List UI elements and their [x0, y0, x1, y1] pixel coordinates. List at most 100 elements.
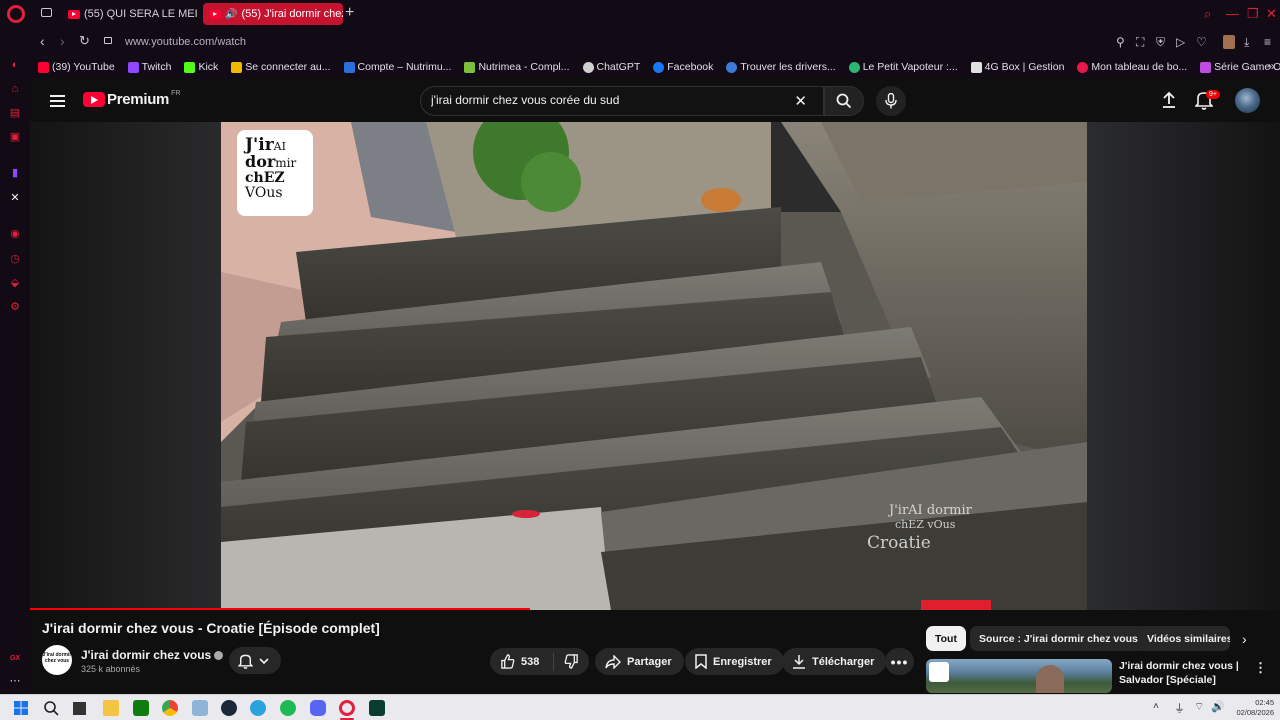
spotify-icon[interactable] [280, 700, 296, 716]
video-progress-bar[interactable] [30, 608, 530, 610]
microphone-tray-icon[interactable]: ⏚ [1174, 700, 1185, 716]
kick-favicon-icon [184, 61, 196, 73]
settings-icon[interactable]: ⚙ [8, 300, 22, 314]
speaker-icon[interactable]: 🔊 [225, 9, 237, 20]
youtube-premium-logo[interactable]: Premium FR [83, 90, 180, 108]
bookmark-kick[interactable]: Kick [184, 61, 218, 73]
heart-icon[interactable]: ♡ [1196, 35, 1207, 49]
opera-gx-logo-icon[interactable] [7, 5, 25, 23]
windows-start-icon[interactable] [13, 700, 29, 716]
sidebar-more-icon[interactable]: ⋯ [8, 674, 22, 688]
like-count[interactable]: 538 [521, 656, 539, 668]
taskbar-search-icon[interactable] [43, 700, 59, 716]
share-button[interactable]: Partager [595, 648, 684, 675]
subscription-notifications-button[interactable] [229, 647, 281, 674]
forward-icon[interactable]: › [60, 33, 65, 49]
channel-name[interactable]: J'irai dormir chez vous [81, 648, 211, 662]
channel-name-row[interactable]: J'irai dormir chez vous [81, 648, 224, 662]
steam-icon[interactable] [221, 700, 237, 716]
bookmark-youtube[interactable]: (39) YouTube [38, 61, 115, 73]
search-button[interactable] [824, 86, 864, 116]
reload-icon[interactable]: ↻ [79, 33, 90, 49]
chrome-icon[interactable] [162, 700, 178, 716]
gx-control-icon[interactable]: ◐ [8, 58, 22, 72]
lock-icon[interactable] [104, 37, 112, 44]
tab-qui-sera-le-meilleur[interactable]: (55) QUI SERA LE MEILLEU [62, 3, 198, 25]
chip-all[interactable]: Tout [926, 626, 966, 651]
bookmark-nutrimea[interactable]: Nutrimea - Compl... [464, 61, 570, 73]
video-player[interactable]: J'irAI dormir chEZ VOus J'irAI dormir ch… [30, 122, 1280, 610]
pin-icon[interactable]: ⚲ [1116, 35, 1125, 49]
tab-jirai-dormir-chez-vous[interactable]: 🔊 (55) J'irai dormir chez ✕ [203, 3, 343, 25]
bookmark-compte-nutrimuscle[interactable]: Compte – Nutrimu... [343, 61, 451, 73]
back-icon[interactable]: ‹ [40, 33, 45, 49]
shield-icon[interactable]: ⛨ [1156, 35, 1165, 50]
bookmark-se-connecter[interactable]: Se connecter au... [231, 61, 331, 73]
guide-menu-icon[interactable] [50, 95, 65, 110]
bookmarks-overflow-icon[interactable]: » [1268, 59, 1275, 73]
recommended-video-thumbnail[interactable] [926, 659, 1112, 693]
bookmark-petit-vapoteur[interactable]: Le Petit Vapoteur :... [848, 61, 958, 73]
voice-search-button[interactable] [876, 86, 906, 116]
close-window-icon[interactable]: ✕ [1266, 6, 1277, 22]
workspaces-icon[interactable] [41, 8, 52, 17]
gx-badge-icon[interactable]: GX [8, 652, 22, 666]
opera-gx-taskbar-icon[interactable] [339, 700, 355, 716]
volume-icon[interactable]: 🔊 [1211, 700, 1225, 713]
extensions-icon[interactable]: ⬙ [8, 276, 22, 290]
new-tab-icon[interactable]: + [345, 4, 354, 22]
bookmark-4g-box[interactable]: 4G Box | Gestion [970, 61, 1064, 73]
youtube-page: Premium FR ✕ 9+ [30, 78, 1280, 694]
player-sidebar-icon[interactable]: ◉ [8, 227, 22, 241]
more-actions-button[interactable]: ••• [885, 648, 914, 675]
recommended-video-title[interactable]: J'irai dormir chez vous | Salvador [Spéc… [1119, 659, 1239, 687]
chevron-right-icon[interactable]: › [1242, 631, 1247, 647]
gx-corner-icon[interactable]: ⌂ [8, 82, 22, 96]
maximize-icon[interactable]: ❐ [1247, 6, 1259, 22]
bookmark-twitch[interactable]: Twitch [127, 61, 171, 73]
bookmarks-bar: (39) YouTube Twitch Kick Se connecter au… [30, 56, 1280, 78]
minimize-icon[interactable]: — [1226, 6, 1239, 21]
system-clock[interactable]: 02:45 02/08/2026 [1236, 698, 1274, 718]
save-button[interactable]: Enregistrer [685, 648, 784, 675]
profile-icon[interactable] [1223, 35, 1235, 49]
player-icon[interactable]: ▷ [1176, 35, 1185, 49]
x-twitter-icon[interactable]: ✕ [8, 191, 22, 205]
url-text[interactable]: www.youtube.com/watch [125, 36, 246, 48]
search-tabs-icon[interactable]: ⌕ [1204, 6, 1211, 22]
app-taskbar-icon[interactable] [369, 700, 385, 716]
download-icon[interactable]: ⤓ [1244, 35, 1249, 50]
bookmark-drivers[interactable]: Trouver les drivers... [726, 61, 836, 73]
file-explorer-icon[interactable] [103, 700, 119, 716]
history-icon[interactable]: ◷ [8, 252, 22, 266]
channel-avatar[interactable]: J'irai dormir chez vous [42, 645, 72, 675]
bookmark-tableau-de-bord[interactable]: Mon tableau de bo... [1077, 61, 1187, 73]
search-input[interactable] [431, 93, 781, 107]
telegram-icon[interactable] [250, 700, 266, 716]
chip-source[interactable]: Source : J'irai dormir chez vous [970, 626, 1147, 651]
more-vertical-icon[interactable]: ⋮ [1254, 660, 1267, 676]
dislike-icon[interactable] [564, 654, 579, 669]
task-view-icon[interactable] [73, 702, 86, 715]
like-icon[interactable] [500, 654, 515, 669]
download-icon [793, 655, 805, 669]
bookmark-facebook[interactable]: Facebook [653, 61, 713, 73]
user-avatar[interactable] [1235, 88, 1260, 113]
snipping-tool-icon[interactable] [192, 700, 208, 716]
download-button[interactable]: Télécharger [782, 648, 887, 675]
menu-icon[interactable]: ≡ [1264, 35, 1271, 49]
tray-overflow-icon[interactable]: ˄ [1153, 701, 1159, 712]
discord-icon[interactable] [310, 700, 326, 716]
xbox-icon[interactable] [133, 700, 149, 716]
gx-cleaner-icon[interactable]: ▤ [8, 106, 22, 120]
upload-icon[interactable] [1160, 91, 1178, 109]
gx-messenger-icon[interactable]: ▣ [8, 130, 22, 144]
snapshot-icon[interactable]: ⛶ [1136, 35, 1144, 50]
network-icon[interactable]: ⌔ [1194, 700, 1204, 714]
clear-search-icon[interactable]: ✕ [794, 92, 807, 110]
notification-count-badge: 9+ [1206, 90, 1220, 99]
chip-similar[interactable]: Vidéos similaires [1138, 626, 1230, 651]
bookmark-chatgpt[interactable]: ChatGPT [582, 61, 640, 73]
video-frame[interactable]: J'irAI dormir chEZ VOus J'irAI dormir ch… [221, 122, 1087, 610]
twitch-icon[interactable]: ▮ [8, 166, 22, 180]
